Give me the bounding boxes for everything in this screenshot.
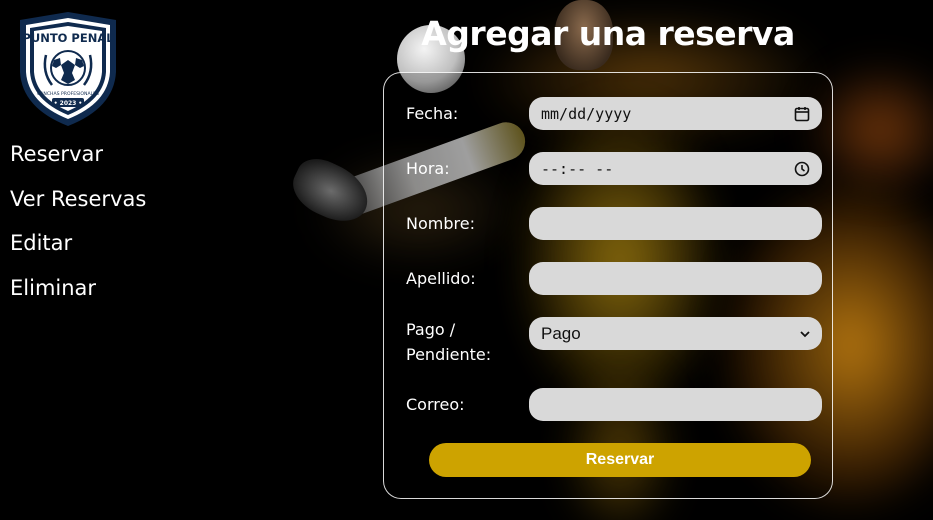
svg-text:• 2023 •: • 2023 • bbox=[54, 100, 83, 107]
reservar-submit-button[interactable]: Reservar bbox=[429, 443, 811, 477]
calendar-icon[interactable] bbox=[794, 106, 810, 122]
apellido-input[interactable] bbox=[529, 262, 822, 295]
page-title: Agregar una reserva bbox=[421, 14, 795, 53]
svg-text:CANCHAS PROFESIONALES: CANCHAS PROFESIONALES bbox=[37, 91, 99, 97]
nav-link-reservar[interactable]: Reservar bbox=[10, 142, 146, 187]
apellido-label: Apellido: bbox=[406, 269, 476, 288]
nombre-input[interactable] bbox=[529, 207, 822, 240]
hora-value: --:-- -- bbox=[541, 159, 614, 178]
pago-label-line1: Pago / bbox=[406, 320, 456, 339]
hora-time-input[interactable]: --:-- -- bbox=[529, 152, 822, 185]
correo-input[interactable] bbox=[529, 388, 822, 421]
nav-link-ver-reservas[interactable]: Ver Reservas bbox=[10, 187, 146, 232]
hora-label: Hora: bbox=[406, 159, 450, 178]
fecha-label: Fecha: bbox=[406, 104, 459, 123]
reservation-form: Fecha: mm/dd/yyyy Hora: --:-- -- Nombre: bbox=[383, 72, 833, 499]
nav-link-eliminar[interactable]: Eliminar bbox=[10, 276, 146, 321]
fecha-date-input[interactable]: mm/dd/yyyy bbox=[529, 97, 822, 130]
fecha-value: mm/dd/yyyy bbox=[541, 104, 632, 123]
nombre-label: Nombre: bbox=[406, 214, 475, 233]
svg-text:PUNTO PENAL: PUNTO PENAL bbox=[22, 31, 114, 45]
correo-label: Correo: bbox=[406, 395, 465, 414]
nav-link-editar[interactable]: Editar bbox=[10, 231, 146, 276]
side-nav: Reservar Ver Reservas Editar Eliminar bbox=[10, 142, 146, 320]
pago-selected-value: Pago bbox=[541, 323, 581, 343]
pago-label-line2: Pendiente: bbox=[406, 345, 492, 364]
logo: PUNTO PENAL CANCHAS PROFESIONALES • 2023… bbox=[16, 10, 120, 128]
pago-select[interactable]: Pago bbox=[529, 317, 822, 350]
chevron-down-icon[interactable] bbox=[800, 330, 810, 338]
pago-label: Pago / Pendiente: bbox=[406, 317, 491, 367]
clock-icon[interactable] bbox=[794, 161, 810, 177]
